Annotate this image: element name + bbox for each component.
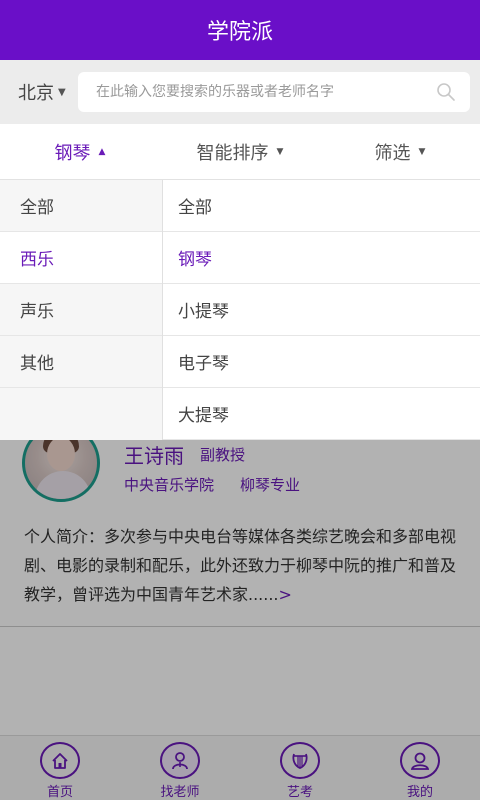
category-label: 全部 [20,198,54,218]
search-icon[interactable] [436,82,456,102]
category-item-vocal[interactable]: 声乐 [0,284,162,336]
search-box[interactable] [78,72,470,112]
filter-sort-label: 智能排序 [196,142,269,164]
category-label: 声乐 [20,302,54,322]
subcategory-column: 全部 钢琴 小提琴 电子琴 大提琴 [163,180,480,440]
category-column: 全部 西乐 声乐 其他 [0,180,163,440]
subcategory-label: 全部 [178,198,212,218]
page-title: 学院派 [206,20,273,45]
subcategory-item-piano[interactable]: 钢琴 [163,232,480,284]
search-bar: 北京 ▼ [0,60,480,124]
subcategory-label: 大提琴 [178,406,229,426]
subcategory-item-keyboard[interactable]: 电子琴 [163,336,480,388]
caret-down-icon: ▼ [58,86,66,98]
subcategory-item-cello[interactable]: 大提琴 [163,388,480,440]
subcategory-item-all[interactable]: 全部 [163,180,480,232]
filter-sort[interactable]: 智能排序 ▼ [160,124,320,179]
filter-screen-label: 筛选 [374,142,411,164]
subcategory-label: 小提琴 [178,302,229,322]
subcategory-label: 电子琴 [178,354,229,374]
filter-instrument[interactable]: 钢琴 ▲ [0,124,160,179]
category-dropdown: 全部 西乐 声乐 其他 全部 钢琴 小提琴 电子琴 大提琴 [0,180,480,440]
filter-screen[interactable]: 筛选 ▼ [320,124,480,179]
category-item-western[interactable]: 西乐 [0,232,162,284]
filter-bar: 钢琴 ▲ 智能排序 ▼ 筛选 ▼ [0,124,480,180]
caret-up-icon: ▲ [98,146,106,157]
subcategory-item-violin[interactable]: 小提琴 [163,284,480,336]
app-header: 学院派 [0,0,480,60]
search-input[interactable] [96,84,416,100]
city-label: 北京 [18,83,54,104]
subcategory-label: 钢琴 [178,250,212,270]
category-item-other[interactable]: 其他 [0,336,162,388]
caret-down-icon: ▼ [276,146,284,157]
caret-down-icon: ▼ [418,146,426,157]
category-item-all[interactable]: 全部 [0,180,162,232]
city-selector[interactable]: 北京 ▼ [0,79,78,105]
category-label: 西乐 [20,250,54,270]
category-label: 其他 [20,354,54,374]
filter-instrument-label: 钢琴 [54,142,91,164]
